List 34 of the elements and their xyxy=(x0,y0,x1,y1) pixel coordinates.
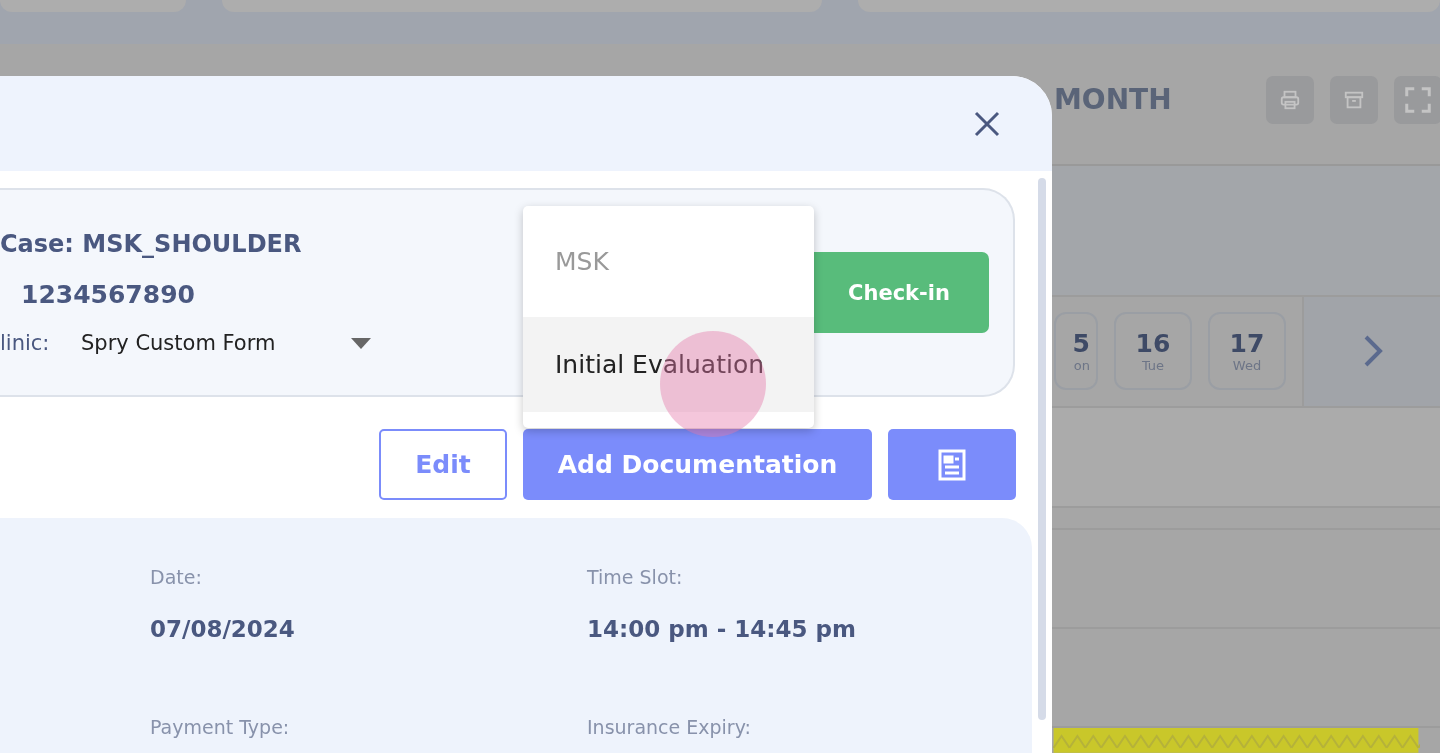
form-select[interactable]: Spry Custom Form xyxy=(81,331,351,355)
case-id: 1234567890 xyxy=(20,280,196,309)
field-value: 07/08/2024 xyxy=(150,616,295,642)
fullscreen-button[interactable] xyxy=(1394,76,1440,124)
day-chip[interactable]: 16 Tue xyxy=(1114,312,1192,391)
day-chip[interactable]: 5 on xyxy=(1054,312,1098,391)
day-chip[interactable]: 17 Wed xyxy=(1208,312,1286,391)
scrollbar[interactable] xyxy=(1038,178,1046,720)
archive-button[interactable] xyxy=(1330,76,1378,124)
weekday-label: Tue xyxy=(1141,358,1165,374)
weekday-label: on xyxy=(1073,358,1090,374)
archive-icon xyxy=(1343,89,1365,111)
day-number: 17 xyxy=(1229,329,1265,359)
document-button[interactable] xyxy=(888,429,1016,500)
field-label: Date: xyxy=(150,566,202,588)
edit-button[interactable]: Edit xyxy=(379,429,507,500)
fullscreen-icon xyxy=(1403,85,1433,115)
clinic-label: linic: xyxy=(0,331,51,355)
weekday-label: Wed xyxy=(1232,358,1262,374)
case-title: Case: MSK_SHOULDER xyxy=(0,230,303,258)
field-label: Time Slot: xyxy=(587,566,683,588)
menu-item[interactable]: Initial Evaluation xyxy=(523,317,814,412)
field-label: Insurance Expiry: xyxy=(587,716,751,738)
add-documentation-button[interactable]: Add Documentation xyxy=(523,429,872,500)
field-label: Payment Type: xyxy=(150,716,290,738)
view-label: MONTH xyxy=(1053,83,1173,117)
chevron-right-icon[interactable] xyxy=(1363,334,1383,369)
caret-icon[interactable] xyxy=(351,337,371,349)
field-value: 14:00 pm - 14:45 pm xyxy=(587,616,856,642)
printer-icon xyxy=(1279,89,1301,111)
print-button[interactable] xyxy=(1266,76,1314,124)
day-number: 5 xyxy=(1072,329,1090,359)
document-icon xyxy=(938,448,966,481)
day-number: 16 xyxy=(1135,329,1171,359)
